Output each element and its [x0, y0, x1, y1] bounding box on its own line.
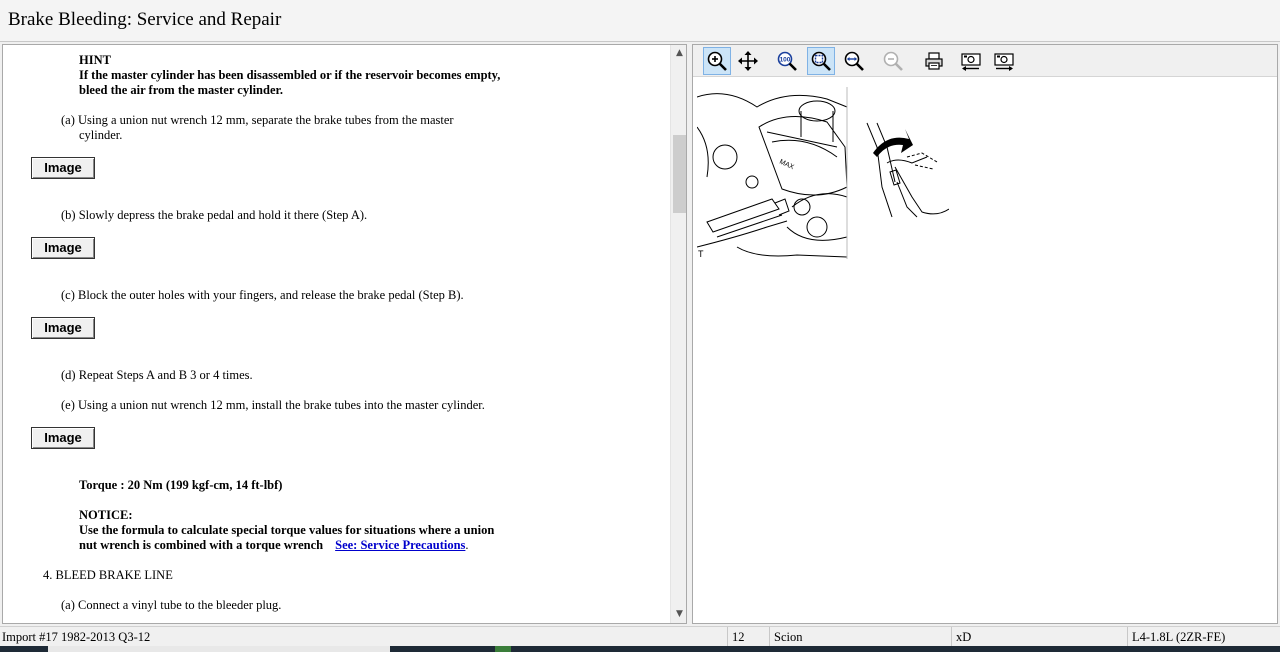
previous-image-icon — [961, 53, 981, 71]
next-image-button[interactable] — [990, 47, 1018, 75]
zoom-fit-icon — [811, 51, 831, 71]
zoom-out-button[interactable] — [879, 47, 907, 75]
zoom-width-button[interactable] — [840, 47, 868, 75]
image-toolbar: 100 — [693, 45, 1277, 77]
image-button-step-a[interactable]: Image — [31, 157, 95, 179]
status-bar: Import #17 1982-2013 Q3-12 12 Scion xD L… — [0, 626, 1280, 647]
zoom-width-icon — [844, 51, 864, 71]
status-year: 12 — [727, 627, 769, 647]
zoom-fit-button[interactable] — [807, 47, 835, 75]
image-button-step-e[interactable]: Image — [31, 427, 95, 449]
vertical-scrollbar[interactable]: ▲ ▼ — [670, 45, 686, 623]
svg-text:100: 100 — [780, 57, 791, 64]
figure-max-label: MAX — [778, 158, 795, 171]
print-icon — [925, 52, 943, 70]
hint-text-line1: If the master cylinder has been disassem… — [79, 68, 501, 82]
notice-text-line2-text: nut wrench is combined with a torque wre… — [79, 538, 324, 552]
procedure-content: HINT If the master cylinder has been dis… — [3, 45, 670, 623]
previous-image-button[interactable] — [957, 47, 985, 75]
pan-move-icon — [738, 51, 758, 71]
notice-text-line1: Use the formula to calculate special tor… — [79, 523, 495, 537]
procedure-pane[interactable]: HINT If the master cylinder has been dis… — [2, 44, 687, 624]
zoom-out-icon — [883, 51, 903, 71]
image-viewer-pane: 100 MAX T — [692, 44, 1278, 624]
section-4-heading: 4. BLEED BRAKE LINE — [43, 568, 173, 582]
step-a-line1: (a) Using a union nut wrench 12 mm, sepa… — [61, 113, 454, 127]
step-e: (e) Using a union nut wrench 12 mm, inst… — [61, 398, 485, 412]
brake-master-cylinder-illustration: MAX T — [697, 87, 949, 259]
zoom-in-button[interactable] — [703, 47, 731, 75]
torque-spec: Torque : 20 Nm (199 kgf-cm, 14 ft-lbf) — [79, 478, 283, 492]
status-engine: L4-1.8L (2ZR-FE) — [1127, 627, 1280, 647]
scroll-down-arrow-icon[interactable]: ▼ — [671, 606, 686, 623]
step-b: (b) Slowly depress the brake pedal and h… — [61, 208, 368, 222]
pan-button[interactable] — [734, 47, 762, 75]
taskbar-strip — [0, 646, 1280, 652]
step-a-line2: cylinder. — [79, 128, 123, 142]
print-button[interactable] — [920, 47, 948, 75]
step-4a: (a) Connect a vinyl tube to the bleeder … — [61, 598, 282, 612]
hint-text-line2: bleed the air from the master cylinder. — [79, 83, 284, 97]
hint-title: HINT — [79, 53, 111, 67]
zoom-100-button[interactable]: 100 — [773, 47, 801, 75]
notice-title: NOTICE: — [79, 508, 133, 522]
scroll-up-arrow-icon[interactable]: ▲ — [671, 45, 686, 62]
app-window: Brake Bleeding: Service and Repair HINT … — [0, 0, 1280, 652]
notice-period: . — [465, 538, 469, 552]
scrollbar-thumb[interactable] — [673, 135, 686, 213]
image-button-step-b[interactable]: Image — [31, 237, 95, 259]
step-c: (c) Block the outer holes with your fing… — [61, 288, 464, 302]
page-title: Brake Bleeding: Service and Repair — [8, 9, 282, 30]
status-source: Import #17 1982-2013 Q3-12 — [2, 630, 151, 644]
step-d: (d) Repeat Steps A and B 3 or 4 times. — [61, 368, 253, 382]
title-bar: Brake Bleeding: Service and Repair — [0, 0, 1280, 42]
status-model: xD — [951, 627, 1127, 647]
image-button-step-c[interactable]: Image — [31, 317, 95, 339]
zoom-100-icon: 100 — [777, 51, 797, 71]
service-precautions-link[interactable]: See: Service Precautions — [335, 538, 465, 552]
status-make: Scion — [769, 627, 951, 647]
zoom-in-icon — [707, 51, 727, 71]
next-image-icon — [994, 53, 1014, 71]
figure-corner-label: T — [698, 249, 704, 259]
notice-text-line2: nut wrench is combined with a torque wre… — [79, 538, 469, 553]
